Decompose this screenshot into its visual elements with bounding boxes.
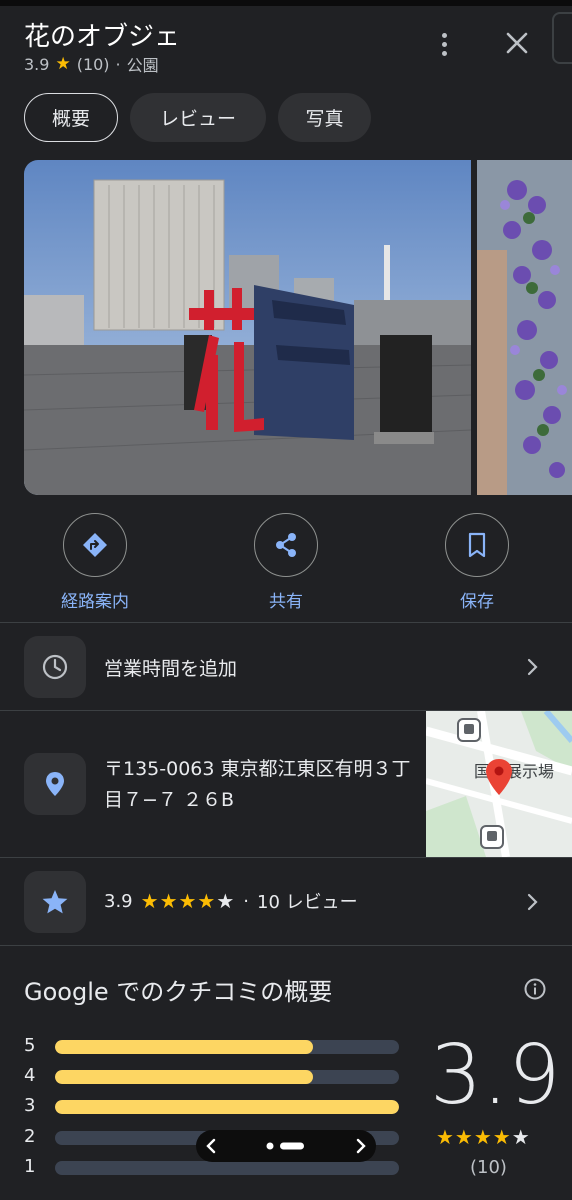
total-review-count: (10) [470, 1157, 507, 1178]
separator: · [243, 890, 250, 912]
place-photo-secondary[interactable] [477, 160, 572, 495]
separator: · [115, 54, 121, 74]
page-dot-icon [266, 1142, 274, 1150]
chevron-right-icon[interactable] [356, 1138, 366, 1154]
rating-bar-3: 3 [24, 1095, 404, 1119]
share-label: 共有 [269, 592, 303, 612]
rating-row-icon-wrap [24, 871, 86, 933]
review-count: (10) [76, 54, 110, 74]
hours-row-icon-wrap [24, 636, 86, 698]
place-subline: 3.9 ★ (10) · 公園 [24, 52, 159, 76]
tab-overview[interactable]: 概要 [24, 93, 118, 142]
rating-bar-fill [55, 1070, 313, 1084]
review-count-label: 10 レビュー [257, 892, 358, 913]
tab-reviews[interactable]: レビュー [130, 93, 266, 142]
action-bar: 経路案内 共有 保存 [0, 513, 572, 613]
chevron-right-icon[interactable] [522, 657, 542, 677]
divider [0, 945, 572, 946]
rating-bar-track [55, 1070, 399, 1084]
page-dot-active-icon [280, 1142, 304, 1150]
gesture-nav-pill[interactable] [196, 1130, 376, 1162]
place-photo-main[interactable] [24, 160, 471, 495]
rating-value: 3.9 [104, 890, 133, 912]
bookmark-icon [468, 532, 486, 558]
save-button[interactable]: 保存 [417, 513, 537, 612]
chevron-left-icon[interactable] [206, 1138, 216, 1154]
rating-bar-fill [55, 1040, 313, 1054]
info-icon[interactable] [523, 977, 547, 1001]
more-options-icon[interactable] [430, 28, 458, 60]
star-icon [42, 890, 68, 914]
average-rating-stars: ★★★★★ [436, 1125, 531, 1149]
side-panel-edge [552, 12, 572, 64]
map-place-label: 国際展示場 [474, 762, 554, 781]
rating-bar-track [55, 1040, 399, 1054]
rating-bar-4: 4 [24, 1065, 404, 1089]
address-row-icon-wrap [24, 753, 86, 815]
review-summary-title: Google でのクチコミの概要 [24, 978, 333, 1006]
status-bar-edge [0, 0, 572, 6]
directions-button[interactable]: 経路案内 [35, 513, 155, 612]
rating-value: 3.9 [24, 54, 50, 74]
address-text[interactable]: 〒135-0063 東京都江東区有明３丁目７−７ ２６B [104, 754, 419, 816]
category-label: 公園 [126, 56, 159, 75]
chevron-right-icon[interactable] [522, 892, 542, 912]
location-pin-icon [46, 772, 64, 796]
rating-summary-row[interactable]: 3.9 ★★★★★ · 10 レビュー [104, 888, 358, 914]
add-hours-link[interactable]: 営業時間を追加 [104, 654, 237, 681]
tab-photos[interactable]: 写真 [278, 93, 371, 142]
directions-label: 経路案内 [61, 592, 129, 612]
map-thumbnail[interactable]: 国際展示場 [426, 711, 572, 857]
tab-bar: 概要 レビュー 写真 [24, 93, 371, 142]
star-icon: ★ [55, 54, 71, 74]
share-icon [276, 533, 296, 557]
divider [0, 622, 572, 623]
rating-bar-track [55, 1100, 399, 1114]
clock-icon [42, 654, 68, 680]
divider [0, 857, 572, 858]
rating-stars: ★★★★★ [140, 889, 236, 913]
rating-bar-5: 5 [24, 1035, 404, 1059]
save-label: 保存 [460, 592, 494, 612]
share-button[interactable]: 共有 [226, 513, 346, 612]
directions-icon [83, 533, 107, 557]
place-title: 花のオブジェ [24, 22, 181, 52]
close-icon[interactable] [500, 26, 534, 60]
average-rating: 3.9 [430, 1028, 561, 1123]
rating-bar-track [55, 1161, 399, 1175]
rating-bar-fill [55, 1100, 399, 1114]
